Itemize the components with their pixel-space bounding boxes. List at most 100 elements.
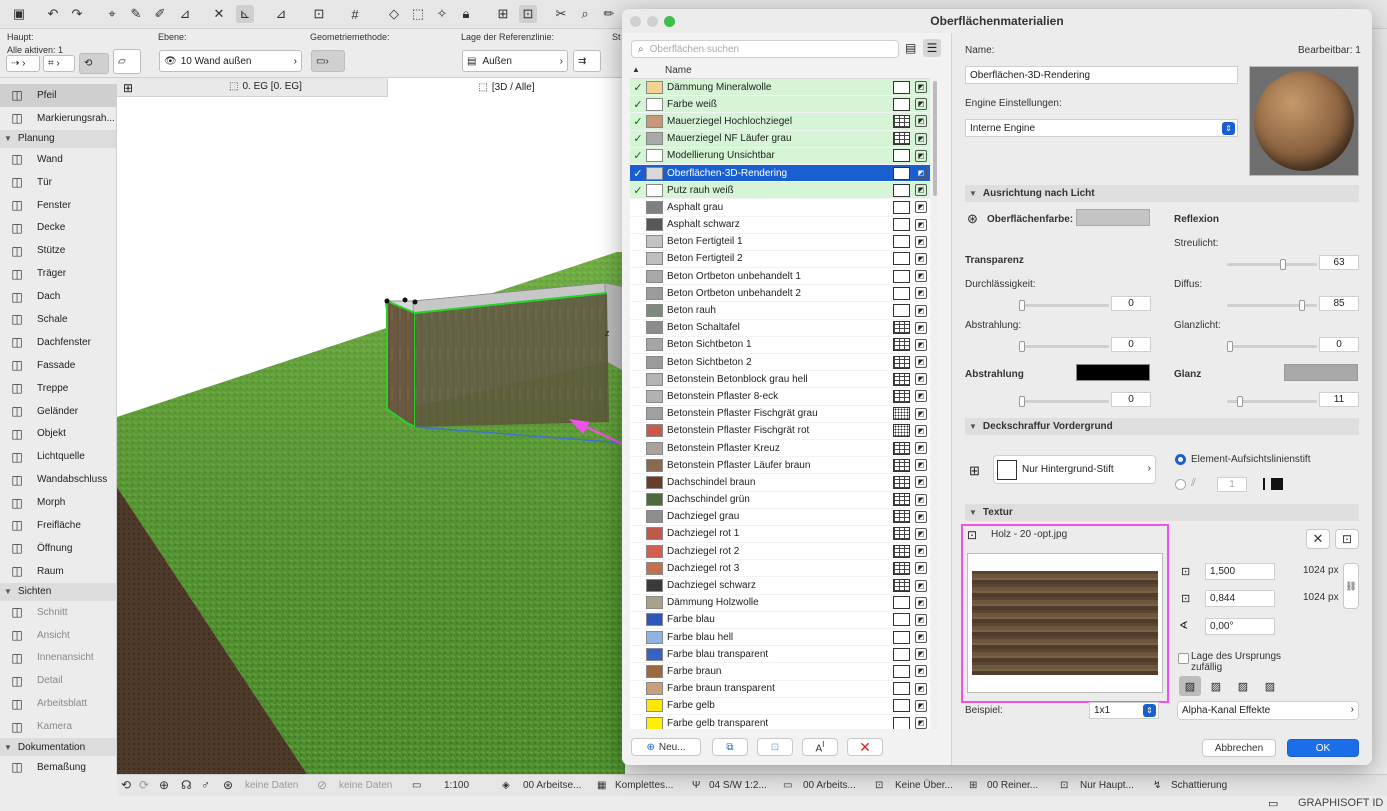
wall-geometry-icon[interactable]: ▱ — [113, 49, 141, 74]
palette-item-lichtquelle[interactable]: ◫ Lichtquelle — [0, 445, 116, 468]
window-icon[interactable]: ▭ — [1268, 797, 1278, 810]
reference-offset-button[interactable]: ⇉ — [573, 50, 601, 72]
eyedropper-icon[interactable]: ⌕ — [576, 5, 594, 23]
material-row[interactable]: Dachschindel grün ◩ — [630, 492, 930, 509]
new-button[interactable]: ⊕ Neu... — [631, 738, 701, 756]
palette-item-bemaßung[interactable]: ◫ Bemaßung — [0, 756, 116, 774]
checkmark-icon[interactable]: ✓ — [630, 149, 646, 162]
radio-custom-pen[interactable] — [1175, 479, 1186, 490]
section-deckschraffur[interactable]: ▼ Deckschraffur Vordergrund — [965, 418, 1359, 435]
sort-triangle-icon[interactable]: ▲ — [632, 65, 640, 74]
status-model-view[interactable]: Komplettes... — [615, 780, 673, 791]
list-scroll-thumb[interactable] — [933, 81, 937, 196]
texture-width-field[interactable]: 1,500 — [1205, 563, 1275, 580]
snap-icon[interactable]: ✕ — [210, 5, 228, 23]
status-angle-value[interactable]: keine Daten — [339, 780, 392, 791]
material-row[interactable]: ✓ Modellierung Unsichtbar ◩ — [630, 147, 930, 165]
palette-item-markierungsrah[interactable]: ◫ Markierungsrah... — [0, 107, 116, 130]
diffus-knob[interactable] — [1299, 300, 1305, 311]
material-row[interactable]: Farbe braun ◩ — [630, 663, 930, 681]
remove-texture-button[interactable]: ✕ — [1306, 529, 1330, 549]
glanz-color-swatch[interactable] — [1284, 364, 1358, 381]
gravity-icon[interactable]: ⊡ — [310, 5, 328, 23]
material-row[interactable]: Beton rauh ◩ — [630, 302, 930, 320]
texture-angle-field[interactable]: 0,00° — [1205, 618, 1275, 635]
palette-item-ansicht[interactable]: ◫ Ansicht — [0, 624, 116, 647]
abstrahlung-knob[interactable] — [1019, 396, 1025, 407]
material-row[interactable]: Beton Ortbeton unbehandelt 2 ◩ — [630, 285, 930, 303]
pick-icon[interactable]: ⌖ — [103, 5, 121, 23]
redo-view-icon[interactable]: ⟳ — [139, 778, 149, 792]
texture-mirror-y-icon[interactable]: ▨ — [1232, 676, 1254, 696]
palette-item-raum[interactable]: ◫ Raum — [0, 560, 116, 583]
geometry-straight-button[interactable]: ▭› — [311, 50, 345, 72]
checkmark-icon[interactable]: ✓ — [630, 98, 646, 111]
status-layer-2[interactable]: 00 Arbeits... — [803, 780, 856, 791]
diffus-value[interactable]: 85 — [1319, 296, 1359, 311]
selection-mode-select[interactable]: ⇢ › — [6, 55, 40, 72]
sichten-header[interactable]: ▼ Sichten — [0, 582, 116, 601]
walk-icon[interactable]: ♂ — [201, 778, 210, 792]
orbit-icon[interactable]: ⟲ — [121, 778, 131, 792]
texture-mirror-x-icon[interactable]: ▨ — [1205, 676, 1227, 696]
durchlaessigkeit-knob[interactable] — [1019, 300, 1025, 311]
palette-item-decke[interactable]: ◫ Decke — [0, 216, 116, 239]
glanzlicht-slider[interactable] — [1227, 345, 1317, 348]
link-ratio-button[interactable]: ⛓︎ — [1343, 563, 1359, 609]
rotate-icon[interactable]: ⊘ — [317, 778, 327, 792]
radio-element-pen[interactable] — [1175, 454, 1186, 465]
material-row[interactable]: Dachziegel rot 3 ◩ — [630, 560, 930, 578]
selection-tool-icon[interactable]: ⊡ — [519, 5, 537, 23]
redo-icon[interactable]: ↷ — [68, 5, 86, 23]
tab-3d[interactable]: ⬚ [3D / Alle] — [387, 78, 625, 97]
material-row[interactable]: ✓ Farbe weiß ◩ — [630, 96, 930, 114]
status-shading[interactable]: Schattierung — [1171, 780, 1227, 791]
zoom-window-button[interactable] — [664, 16, 675, 27]
tab-floorplan[interactable]: ⬚ 0. EG [0. EG] — [229, 81, 302, 92]
section-textur[interactable]: ▼ Textur — [965, 504, 1359, 521]
ok-button[interactable]: OK — [1287, 739, 1359, 757]
planung-header[interactable]: ▼ Planung — [0, 129, 116, 148]
texture-mirror-xy-icon[interactable]: ▨ — [1259, 676, 1281, 696]
random-origin-checkbox[interactable] — [1178, 653, 1189, 664]
material-row[interactable]: Beton Ortbeton unbehandelt 1 ◩ — [630, 268, 930, 286]
palette-item-arbeitsblatt[interactable]: ◫ Arbeitsblatt — [0, 692, 116, 715]
palette-item-detail[interactable]: ◫ Detail — [0, 669, 116, 692]
duplicate-button[interactable]: ⧉ — [712, 738, 748, 756]
grid-icon[interactable]: # — [346, 5, 364, 23]
palette-item-öffnung[interactable]: ◫ Öffnung — [0, 537, 116, 560]
status-pen-set[interactable]: 04 S/W 1:2... — [709, 780, 767, 791]
material-row[interactable]: Dachschindel braun ◩ — [630, 474, 930, 492]
status-renovation[interactable]: 00 Reiner... — [987, 780, 1038, 791]
glanz-knob[interactable] — [1237, 396, 1243, 407]
palette-item-objekt[interactable]: ◫ Objekt — [0, 422, 116, 445]
material-row[interactable]: Farbe gelb transparent ◩ — [630, 715, 930, 729]
palette-item-dach[interactable]: ◫ Dach — [0, 285, 116, 308]
texture-height-field[interactable]: 0,844 — [1205, 590, 1275, 607]
material-row[interactable]: Beton Fertigteil 1 ◩ — [630, 234, 930, 251]
abstrahlung-sub-slider[interactable] — [1019, 345, 1109, 348]
minimize-window-button[interactable] — [647, 16, 658, 27]
layer-icon[interactable]: ⬚ — [409, 5, 427, 23]
glanzlicht-knob[interactable] — [1227, 341, 1233, 352]
rename-button[interactable]: AI — [802, 738, 838, 756]
graphisoft-id-label[interactable]: GRAPHISOFT ID — [1298, 797, 1383, 809]
checkmark-icon[interactable]: ✓ — [630, 81, 646, 94]
dimension-tool-icon[interactable]: ⊞ — [494, 5, 512, 23]
abstrahlung-slider[interactable] — [1019, 400, 1109, 403]
engine-select[interactable]: Interne Engine ⇕ — [965, 119, 1238, 137]
background-pen-select[interactable]: Nur Hintergrund-Stift › — [993, 455, 1156, 484]
palette-item-treppe[interactable]: ◫ Treppe — [0, 377, 116, 400]
surface-color-swatch[interactable] — [1076, 209, 1150, 226]
material-row[interactable]: Dämmung Holzwolle ◩ — [630, 595, 930, 612]
abstrahlung-sub-knob[interactable] — [1019, 341, 1025, 352]
material-row[interactable]: Dachziegel grau ◩ — [630, 509, 930, 526]
selection-subset-select[interactable]: ⌗ › — [43, 55, 75, 72]
material-row[interactable]: Farbe blau ◩ — [630, 612, 930, 629]
search-input[interactable]: ⌕ Oberflächen suchen — [631, 40, 899, 58]
material-row[interactable]: Betonstein Pflaster Fischgrät rot ◩ — [630, 423, 930, 440]
material-row[interactable]: Beton Fertigteil 2 ◩ — [630, 251, 930, 269]
save-icon[interactable]: ▣ — [10, 5, 28, 23]
material-row[interactable]: Farbe gelb ◩ — [630, 698, 930, 715]
status-structure[interactable]: Nur Haupt... — [1080, 780, 1134, 791]
